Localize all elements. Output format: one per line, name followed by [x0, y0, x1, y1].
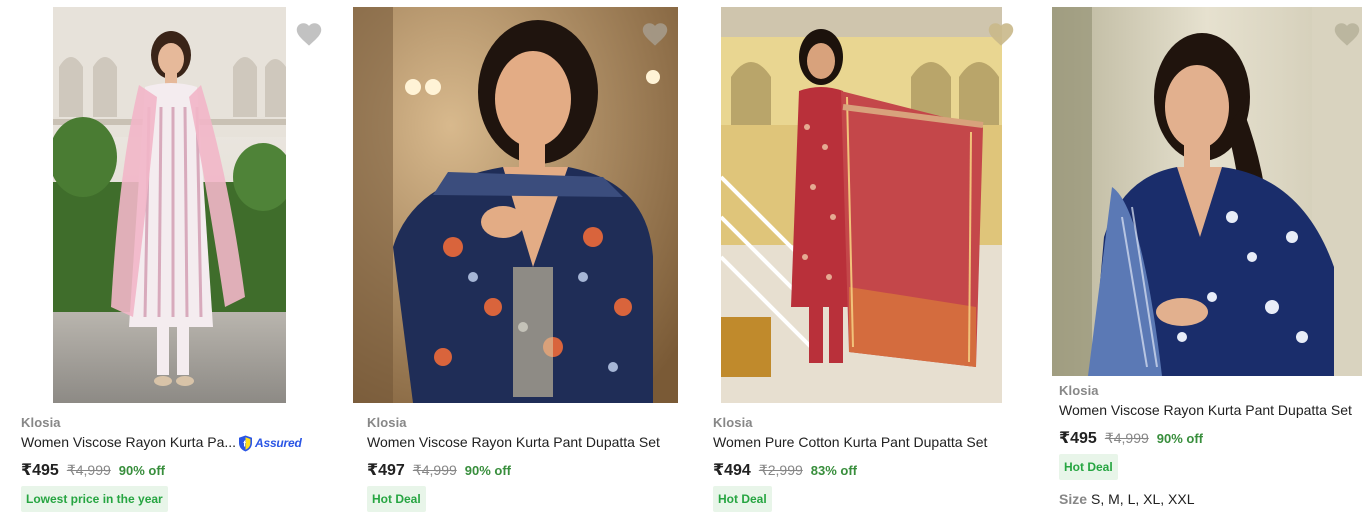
deal-badge: Hot Deal: [1059, 454, 1118, 480]
product-title[interactable]: Women Viscose Rayon Kurta Pa...: [21, 434, 236, 450]
price-row: ₹495 ₹4,999 90% off: [1059, 428, 1203, 448]
product-image-4[interactable]: [1052, 7, 1362, 376]
product-title[interactable]: Women Viscose Rayon Kurta Pant Dupatta S…: [367, 434, 660, 450]
wishlist-heart-icon[interactable]: [295, 21, 323, 47]
product-image-1[interactable]: [53, 7, 286, 403]
deal-badge: Hot Deal: [367, 486, 426, 512]
original-price: ₹4,999: [412, 462, 457, 478]
product-title[interactable]: Women Viscose Rayon Kurta Pant Dupatta S…: [1059, 402, 1352, 418]
product-image-3[interactable]: [721, 7, 1002, 403]
assured-label: Assured: [255, 436, 302, 450]
original-price: ₹4,999: [1104, 430, 1149, 446]
selling-price: ₹494: [713, 462, 751, 479]
shield-icon: f: [239, 435, 252, 451]
selling-price: ₹495: [21, 462, 59, 479]
brand-name: Klosia: [1059, 383, 1099, 398]
size-options: Size S, M, L, XL, XXL: [1059, 491, 1195, 507]
selling-price: ₹495: [1059, 430, 1097, 447]
wishlist-heart-icon[interactable]: [1333, 21, 1361, 47]
price-row: ₹497 ₹4,999 90% off: [367, 460, 511, 480]
svg-text:f: f: [243, 439, 246, 448]
deal-badge: Lowest price in the year: [21, 486, 168, 512]
price-row: ₹494 ₹2,999 83% off: [713, 460, 857, 480]
size-values: S, M, L, XL, XXL: [1091, 491, 1195, 507]
wishlist-heart-icon[interactable]: [641, 21, 669, 47]
brand-name: Klosia: [21, 415, 61, 430]
original-price: ₹2,999: [758, 462, 803, 478]
discount-percent: 90% off: [1156, 431, 1204, 446]
original-price: ₹4,999: [66, 462, 111, 478]
discount-percent: 90% off: [118, 463, 166, 478]
brand-name: Klosia: [367, 415, 407, 430]
size-label: Size: [1059, 491, 1088, 507]
discount-percent: 90% off: [464, 463, 512, 478]
wishlist-heart-icon[interactable]: [987, 21, 1015, 47]
brand-name: Klosia: [713, 415, 753, 430]
assured-badge: f Assured: [238, 434, 302, 452]
product-title[interactable]: Women Pure Cotton Kurta Pant Dupatta Set: [713, 434, 987, 450]
deal-badge: Hot Deal: [713, 486, 772, 512]
discount-percent: 83% off: [810, 463, 858, 478]
product-image-2[interactable]: [353, 7, 678, 403]
selling-price: ₹497: [367, 462, 405, 479]
price-row: ₹495 ₹4,999 90% off: [21, 460, 165, 480]
